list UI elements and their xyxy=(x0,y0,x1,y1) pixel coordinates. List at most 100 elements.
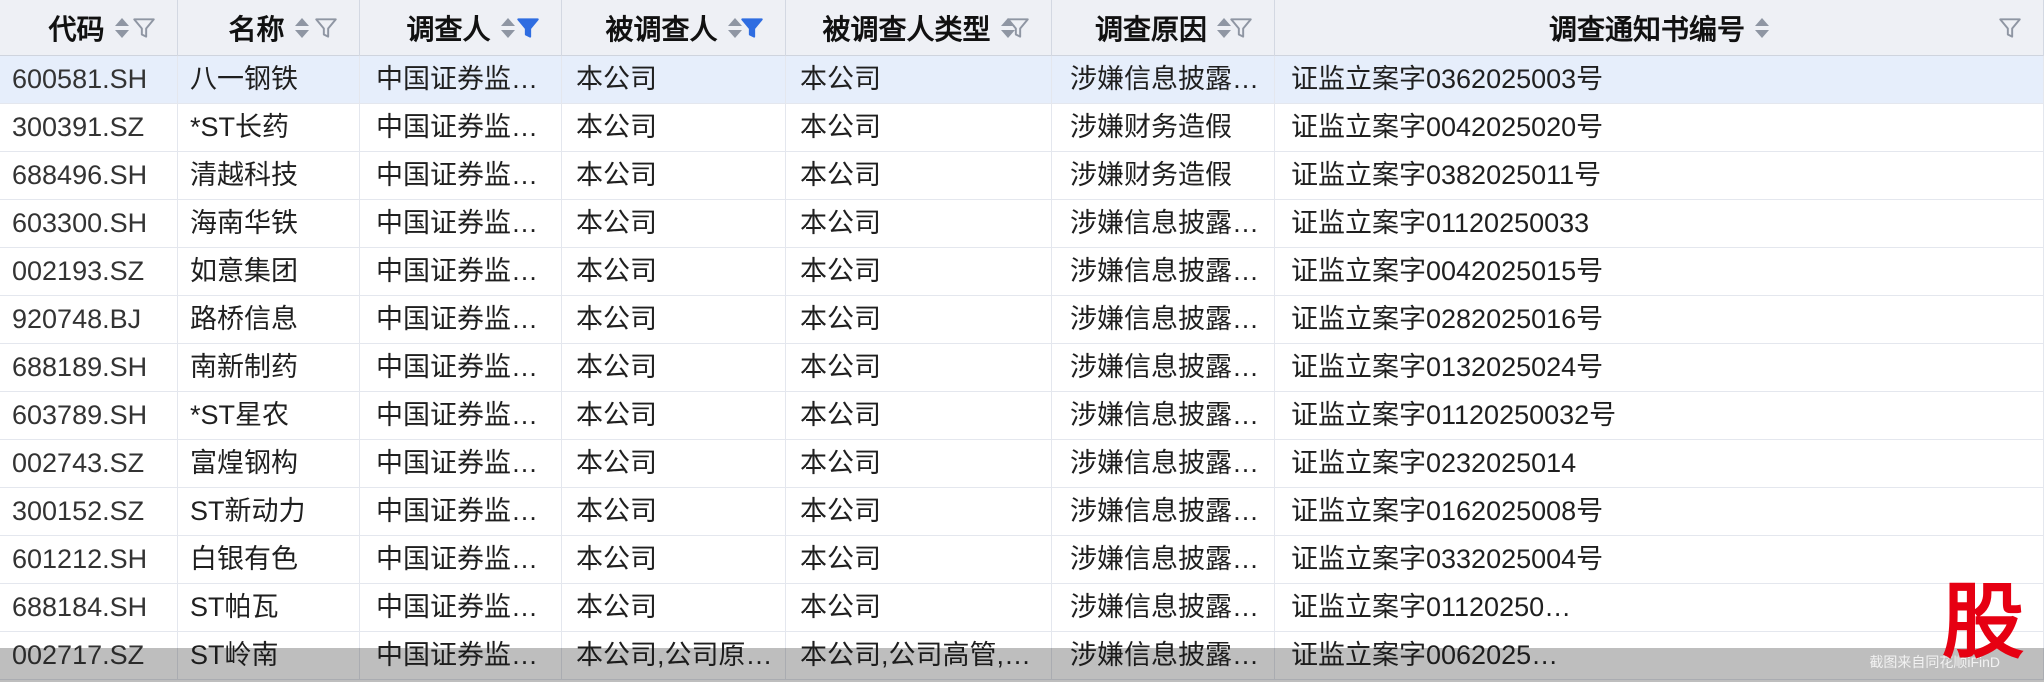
cell-investigated: 本公司 xyxy=(562,200,786,248)
sort-arrows-icon[interactable] xyxy=(114,18,129,38)
sort-arrows-icon[interactable] xyxy=(1755,18,1769,38)
table-row[interactable]: 002743.SZ富煌钢构中国证券监督管…本公司本公司涉嫌信息披露违规证监立案字… xyxy=(0,440,2044,488)
cell-name: 海南华铁 xyxy=(178,200,360,248)
cell-investigated: 本公司 xyxy=(562,344,786,392)
cell-investigated-type: 本公司 xyxy=(786,344,1052,392)
cell-investigated-type: 本公司 xyxy=(786,440,1052,488)
column-header-reason[interactable]: 调查原因 xyxy=(1052,0,1275,56)
sort-arrows-icon[interactable] xyxy=(500,18,515,38)
cell-notice-number: 证监立案字0132025024号 xyxy=(1275,344,2044,392)
cell-investigated-type: 本公司 xyxy=(786,152,1052,200)
column-header-label: 名称 xyxy=(228,14,285,45)
column-header-label: 调查原因 xyxy=(1094,14,1207,45)
cell-code: 601212.SH xyxy=(0,536,178,584)
cell-investigator: 中国证券监督管… xyxy=(360,296,562,344)
cell-investigated-type: 本公司 xyxy=(786,392,1052,440)
cell-name: 八一钢铁 xyxy=(178,56,360,104)
cell-name: 清越科技 xyxy=(178,152,360,200)
cell-investigated: 本公司 xyxy=(562,488,786,536)
funnel-filter-icon[interactable] xyxy=(1005,15,1031,41)
cell-notice-number: 证监立案字01120250033 xyxy=(1275,200,2044,248)
cell-investigator: 中国证券监督管… xyxy=(360,344,562,392)
cell-notice-number: 证监立案字0042025020号 xyxy=(1275,104,2044,152)
cell-notice-number: 证监立案字0382025011号 xyxy=(1275,152,2044,200)
cell-reason: 涉嫌信息披露违规 xyxy=(1052,248,1275,296)
cell-code: 688496.SH xyxy=(0,152,178,200)
table-row[interactable]: 688184.SHST帕瓦中国证券监督管…本公司本公司涉嫌信息披露违规证监立案字… xyxy=(0,584,2044,632)
cell-notice-number: 证监立案字0332025004号 xyxy=(1275,536,2044,584)
cell-reason: 涉嫌信息披露违规 xyxy=(1052,392,1275,440)
table-row[interactable]: 601212.SH白银有色中国证券监督管…本公司本公司涉嫌信息披露违规证监立案字… xyxy=(0,536,2044,584)
funnel-filter-icon[interactable] xyxy=(313,15,339,41)
cell-name: 富煌钢构 xyxy=(178,440,360,488)
grid-body: 600581.SH八一钢铁中国证券监督管…本公司本公司涉嫌信息披露违规证监立案字… xyxy=(0,56,2044,680)
cell-reason: 涉嫌信息披露违规 xyxy=(1052,344,1275,392)
cell-investigator: 中国证券监督管… xyxy=(360,536,562,584)
cell-notice-number: 证监立案字01120250032号 xyxy=(1275,392,2044,440)
cell-investigated-type: 本公司 xyxy=(786,104,1052,152)
cell-investigated: 本公司 xyxy=(562,536,786,584)
cell-reason: 涉嫌财务造假 xyxy=(1052,152,1275,200)
sort-arrows-icon[interactable] xyxy=(294,18,309,38)
column-header-investigator[interactable]: 调查人 xyxy=(360,0,562,56)
column-header-investigated[interactable]: 被调查人 xyxy=(562,0,786,56)
column-header-label: 被调查人类型 xyxy=(822,14,991,45)
funnel-filter-icon[interactable] xyxy=(739,15,765,41)
cell-reason: 涉嫌信息披露违规 xyxy=(1052,200,1275,248)
column-header-investigated-type[interactable]: 被调查人类型 xyxy=(786,0,1052,56)
column-header-code[interactable]: 代码 xyxy=(0,0,178,56)
table-row[interactable]: 603300.SH海南华铁中国证券监督管…本公司本公司涉嫌信息披露违规证监立案字… xyxy=(0,200,2044,248)
table-row[interactable]: 920748.BJ路桥信息中国证券监督管…本公司本公司涉嫌信息披露违规证监立案字… xyxy=(0,296,2044,344)
cell-investigated: 本公司 xyxy=(562,248,786,296)
cell-investigated-type: 本公司 xyxy=(786,200,1052,248)
cell-investigated-type: 本公司 xyxy=(786,536,1052,584)
cell-investigated-type: 本公司 xyxy=(786,584,1052,632)
cell-name: 如意集团 xyxy=(178,248,360,296)
funnel-filter-icon[interactable] xyxy=(1997,15,2023,41)
funnel-filter-icon[interactable] xyxy=(1228,15,1254,41)
table-row[interactable]: 300391.SZ*ST长药中国证券监督管…本公司本公司涉嫌财务造假证监立案字0… xyxy=(0,104,2044,152)
funnel-filter-icon[interactable] xyxy=(131,15,157,41)
cell-investigated: 本公司 xyxy=(562,440,786,488)
column-header-label: 调查通知书编号 xyxy=(1548,14,1745,45)
cell-code: 688184.SH xyxy=(0,584,178,632)
cell-code: 600581.SH xyxy=(0,56,178,104)
cell-notice-number: 证监立案字01120250… xyxy=(1275,584,2044,632)
cell-investigator: 中国证券监督管… xyxy=(360,392,562,440)
cell-investigator: 中国证券监督管… xyxy=(360,200,562,248)
cell-investigated-type: 本公司 xyxy=(786,296,1052,344)
table-row[interactable]: 603789.SH*ST星农中国证券监督管…本公司本公司涉嫌信息披露违规证监立案… xyxy=(0,392,2044,440)
column-header-notice-number[interactable]: 调查通知书编号 xyxy=(1275,0,2044,56)
table-row[interactable]: 600581.SH八一钢铁中国证券监督管…本公司本公司涉嫌信息披露违规证监立案字… xyxy=(0,56,2044,104)
cell-name: *ST长药 xyxy=(178,104,360,152)
cell-code: 300152.SZ xyxy=(0,488,178,536)
table-row[interactable]: 002193.SZ如意集团中国证券监督管…本公司本公司涉嫌信息披露违规证监立案字… xyxy=(0,248,2044,296)
column-header-name[interactable]: 名称 xyxy=(178,0,360,56)
cell-code: 002193.SZ xyxy=(0,248,178,296)
cell-notice-number: 证监立案字0362025003号 xyxy=(1275,56,2044,104)
cell-reason: 涉嫌信息披露违规 xyxy=(1052,488,1275,536)
cell-investigator: 中国证券监督管… xyxy=(360,152,562,200)
funnel-filter-icon[interactable] xyxy=(515,15,541,41)
cell-notice-number: 证监立案字0282025016号 xyxy=(1275,296,2044,344)
cell-investigated: 本公司 xyxy=(562,296,786,344)
cell-reason: 涉嫌信息披露违规 xyxy=(1052,440,1275,488)
cell-reason: 涉嫌财务造假 xyxy=(1052,104,1275,152)
cell-notice-number: 证监立案字0042025015号 xyxy=(1275,248,2044,296)
cell-investigator: 中国证券监督管… xyxy=(360,440,562,488)
cell-name: *ST星农 xyxy=(178,392,360,440)
cell-code: 920748.BJ xyxy=(0,296,178,344)
column-header-label: 代码 xyxy=(48,14,105,45)
table-row[interactable]: 300152.SZST新动力中国证券监督管…本公司本公司涉嫌信息披露违规证监立案… xyxy=(0,488,2044,536)
cell-notice-number: 证监立案字0232025014 xyxy=(1275,440,2044,488)
cell-name: 白银有色 xyxy=(178,536,360,584)
table-row[interactable]: 688496.SH清越科技中国证券监督管…本公司本公司涉嫌财务造假证监立案字03… xyxy=(0,152,2044,200)
cell-investigator: 中国证券监督管… xyxy=(360,104,562,152)
table-row[interactable]: 688189.SH南新制药中国证券监督管…本公司本公司涉嫌信息披露违规证监立案字… xyxy=(0,344,2044,392)
cell-notice-number: 证监立案字0162025008号 xyxy=(1275,488,2044,536)
cell-investigated: 本公司 xyxy=(562,584,786,632)
cell-investigated-type: 本公司 xyxy=(786,248,1052,296)
grid-header: 代码 名称 调查人 被调查人 被调查人类型 调查原因 调查通知书编号 xyxy=(0,0,2044,56)
cell-name: ST帕瓦 xyxy=(178,584,360,632)
bottom-overlay-bar xyxy=(0,648,2044,682)
